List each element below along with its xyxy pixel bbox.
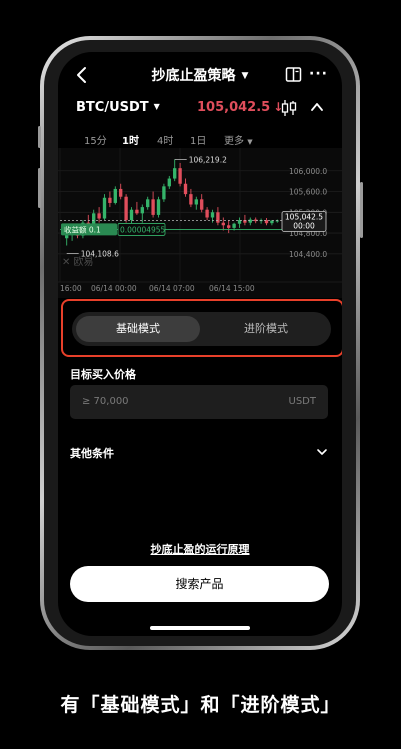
app-screen: 抄底止盈策略 ▼ ··· BTC/USDT ▼ 105,042.5 ↓ 15分 1时 … xyxy=(58,52,342,636)
candle-body xyxy=(173,168,177,179)
x-tick-label: 06/14 00:00 xyxy=(91,284,137,293)
caret-down-icon: ▼ xyxy=(153,102,160,111)
candle-body xyxy=(102,197,107,219)
candle-body xyxy=(124,196,128,221)
target-price-placeholder: ≥ 70,000 xyxy=(82,396,129,407)
candle-body xyxy=(194,199,198,205)
candle-body xyxy=(210,212,215,218)
candle-body xyxy=(156,199,161,215)
candle-body xyxy=(119,188,123,197)
other-conditions-row[interactable]: 其他条件 xyxy=(70,444,328,462)
candle-body xyxy=(232,223,236,228)
candle-body xyxy=(205,209,209,218)
y-tick-label: 106,000.0 xyxy=(289,167,327,176)
candle-body xyxy=(183,183,188,195)
other-conditions-label: 其他条件 xyxy=(70,447,114,460)
ticker-bar: BTC/USDT ▼ 105,042.5 ↓ xyxy=(58,98,342,120)
candlestick-icon[interactable] xyxy=(281,99,297,117)
candle-body xyxy=(129,209,134,221)
caret-down-icon: ▼ xyxy=(241,71,249,81)
home-indicator[interactable] xyxy=(150,626,250,630)
candle-body xyxy=(248,219,252,223)
candle-body xyxy=(221,222,225,226)
high-price-label: 106,219.2 xyxy=(189,155,227,164)
tab-4h[interactable]: 4时 xyxy=(157,132,173,147)
candle-body xyxy=(146,199,150,208)
candle-body xyxy=(140,207,144,214)
caret-down-icon: ▼ xyxy=(247,138,253,146)
phone-side-button-right xyxy=(360,182,363,238)
timeframe-tabs: 15分 1时 4时 1日 更多 ▼ xyxy=(58,130,342,148)
principle-link[interactable]: 抄底止盈的运行原理 xyxy=(58,541,342,557)
search-product-button[interactable]: 搜索产品 xyxy=(70,566,329,602)
candle-body xyxy=(167,178,171,187)
x-tick-label: 16:00 xyxy=(60,284,82,293)
basic-mode-tab[interactable]: 基础模式 xyxy=(76,316,200,342)
mode-switch-highlight: 基础模式 进阶模式 xyxy=(61,299,342,357)
candle-body xyxy=(108,197,112,203)
mode-switch: 基础模式 进阶模式 xyxy=(72,312,331,346)
more-dots-icon[interactable]: ··· xyxy=(309,66,328,82)
candle-body xyxy=(97,213,101,219)
phone-side-button-left xyxy=(38,168,41,208)
last-price-value: 105,042.5 xyxy=(197,100,271,115)
tab-1h[interactable]: 1时 xyxy=(122,132,139,147)
current-price-label: 105,042.5 xyxy=(285,212,323,221)
candle-body xyxy=(270,220,274,224)
candle-body xyxy=(162,186,166,200)
promo-caption: 有「基础模式」和「进阶模式」 xyxy=(60,694,341,716)
book-icon[interactable] xyxy=(285,66,302,83)
tab-more-label: 更多 xyxy=(224,136,244,147)
last-price: 105,042.5 ↓ xyxy=(197,100,283,115)
candle-countdown: 00:00 xyxy=(293,221,315,230)
advanced-mode-tab[interactable]: 进阶模式 xyxy=(204,316,328,342)
candle-body xyxy=(113,188,117,203)
chevron-up-icon[interactable] xyxy=(310,100,324,114)
y-tick-label: 105,600.0 xyxy=(289,188,327,197)
tab-more[interactable]: 更多 ▼ xyxy=(224,132,253,147)
x-tick-label: 06/14 07:00 xyxy=(149,284,195,293)
y-tick-label: 104,400.0 xyxy=(289,250,327,259)
pair-selector[interactable]: BTC/USDT ▼ xyxy=(76,100,160,115)
candle-body xyxy=(189,194,193,205)
target-price-unit: USDT xyxy=(288,396,316,407)
profit-label: 收益额 0.1 xyxy=(64,224,101,234)
phone-side-button-left xyxy=(38,126,41,148)
candle-body xyxy=(216,212,220,223)
target-price-input[interactable]: ≥ 70,000 USDT xyxy=(70,385,328,419)
tab-1d[interactable]: 1日 xyxy=(190,132,206,147)
page-title: 抄底止盈策略 xyxy=(151,68,236,84)
pair-label: BTC/USDT xyxy=(76,100,149,115)
candlestick-chart[interactable]: 106,000.0105,600.0105,200.0104,800.0104,… xyxy=(58,148,342,298)
profit-value: 0.00004955 xyxy=(120,225,166,234)
tab-15m[interactable]: 15分 xyxy=(84,132,107,147)
candle-body xyxy=(227,225,231,228)
candle-body xyxy=(200,199,204,210)
candle-body xyxy=(135,209,139,214)
top-bar: 抄底止盈策略 ▼ ··· xyxy=(58,62,342,88)
target-price-label: 目标买入价格 xyxy=(70,368,136,381)
low-price-label: 104,108.6 xyxy=(81,250,119,259)
chevron-down-icon xyxy=(317,449,327,455)
candle-body xyxy=(65,235,69,239)
candle-body xyxy=(151,199,155,215)
candle-body xyxy=(178,168,182,184)
x-tick-label: 06/14 15:00 xyxy=(209,284,255,293)
